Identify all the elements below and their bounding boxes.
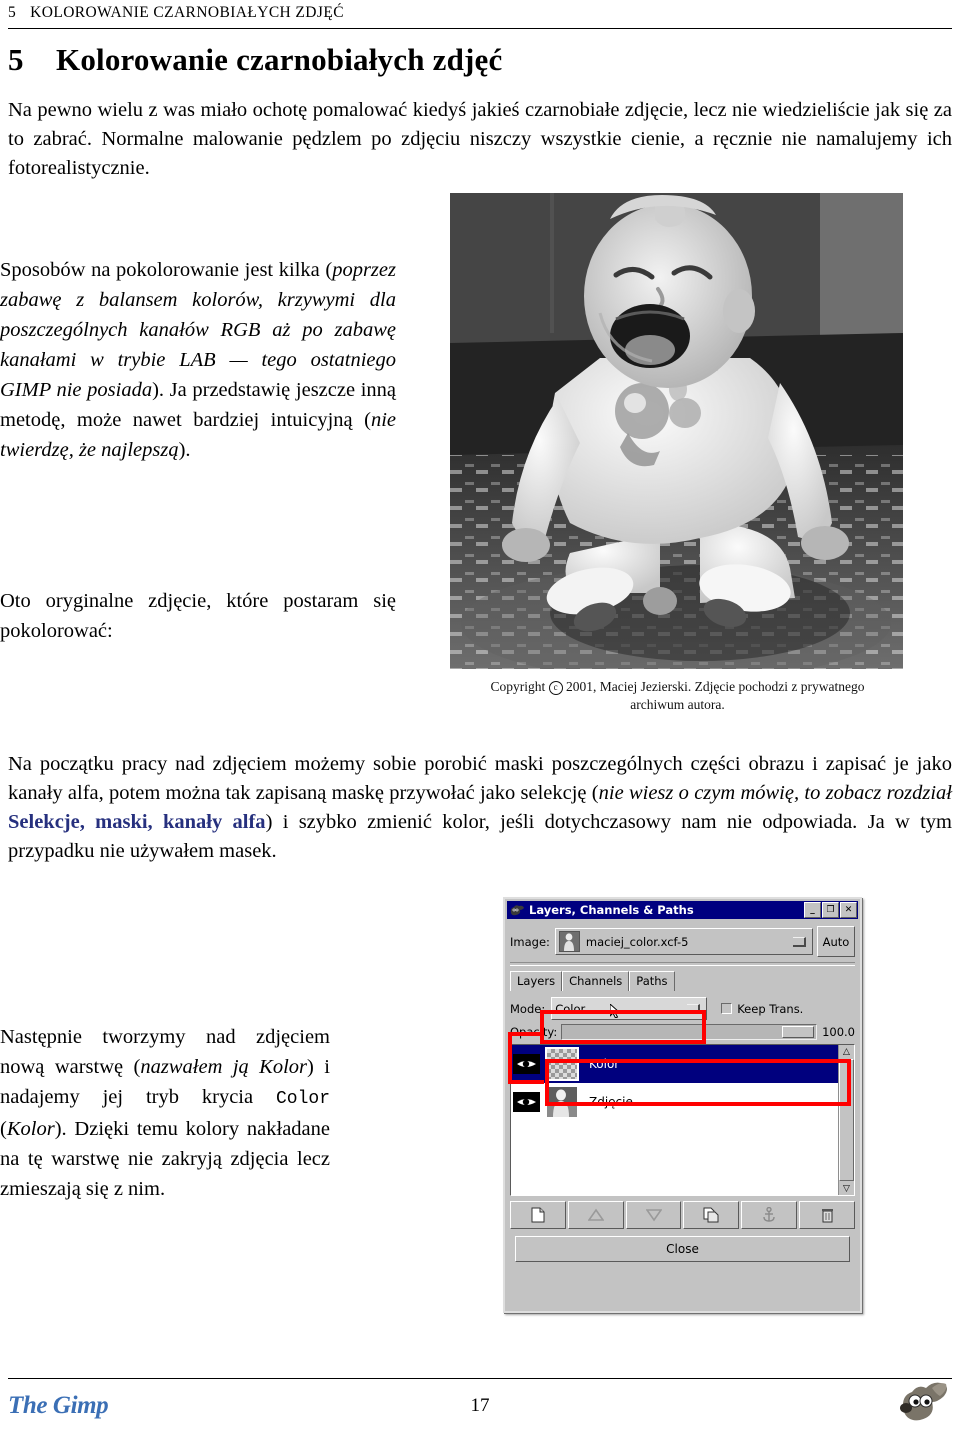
dialog-title: Layers, Channels & Paths <box>529 903 694 917</box>
nastepnie-italic-1: nazwałem ją Kolor <box>140 1056 308 1078</box>
raise-layer-icon[interactable] <box>567 1201 624 1229</box>
wilber-icon <box>900 1382 947 1421</box>
auto-button[interactable]: Auto <box>817 926 855 957</box>
annotation-box-layer <box>545 1059 851 1106</box>
header-rule <box>8 28 952 29</box>
duplicate-layer-glyph <box>703 1207 719 1223</box>
section-title-text: Kolorowanie czarnobiałych zdjęć <box>56 42 503 77</box>
running-header: 5 KOLOROWANIE CZARNOBIAŁYCH ZDJĘĆ <box>8 4 952 22</box>
anchor-layer-icon[interactable] <box>741 1201 798 1229</box>
trash-glyph <box>821 1209 833 1223</box>
page-title: 5 Kolorowanie czarnobiałych zdjęć <box>8 42 952 78</box>
baby-photo <box>450 193 903 669</box>
dialog-titlebar[interactable]: Layers, Channels & Paths _ ❐ ✕ <box>507 901 858 919</box>
chevron-down-icon[interactable] <box>793 936 806 947</box>
footer-rule <box>8 1378 952 1379</box>
caption-copyright-post: 2001, Maciej Jezierski. Zdjęcie pochodzi… <box>562 679 865 694</box>
anchor-glyph <box>763 1207 775 1222</box>
page-number: 17 <box>470 1395 490 1416</box>
caption-line-2: archiwum autora. <box>630 697 725 712</box>
paragraph-maski: Na początku pracy nad zdjęciem możemy so… <box>8 750 952 866</box>
minimize-button[interactable]: _ <box>804 902 821 918</box>
close-icon[interactable]: ✕ <box>840 902 857 918</box>
sposoby-part-1: Sposobów na pokolorowanie jest kilka ( <box>0 259 333 281</box>
keep-trans-checkbox[interactable] <box>721 1003 733 1014</box>
lower-layer-glyph <box>645 1209 662 1222</box>
running-header-title: KOLOROWANIE CZARNOBIAŁYCH ZDJĘĆ <box>30 4 344 21</box>
lower-layer-icon[interactable] <box>625 1201 682 1229</box>
image-thumbnail-graphic <box>559 932 579 951</box>
image-row: Image: maciej_color.xcf-5 Auto <box>510 926 855 957</box>
duplicate-layer-icon[interactable] <box>683 1201 740 1229</box>
annotation-connector <box>508 1032 544 1084</box>
paragraph-intro: Na pewno wielu z was miało ochotę pomalo… <box>8 99 952 179</box>
annotation-box-mode <box>540 1010 706 1044</box>
copyright-icon: c <box>548 681 563 695</box>
document-page: 5 KOLOROWANIE CZARNOBIAŁYCH ZDJĘĆ 5 Koloro… <box>0 0 960 1431</box>
raise-layer-glyph <box>587 1208 604 1221</box>
new-layer-icon[interactable] <box>510 1201 566 1229</box>
divider <box>510 962 855 966</box>
maski-italic-1: nie wiesz o czym mówię, to zobacz rozdzi… <box>598 782 952 804</box>
close-button[interactable]: Close <box>515 1236 850 1262</box>
image-filename: maciej_color.xcf-5 <box>585 934 689 949</box>
photo-caption: Copyright c 2001, Maciej Jezierski. Zdję… <box>455 678 900 714</box>
running-header-number: 5 <box>8 4 17 21</box>
eye-icon-graphic <box>517 1098 536 1106</box>
caption-copyright-pre: Copyright <box>490 679 549 694</box>
titlebar-buttons[interactable]: _ ❐ ✕ <box>804 902 857 918</box>
cross-reference-link[interactable]: Selekcje, maski, kanały alfa <box>8 811 266 833</box>
opacity-slider-handle[interactable] <box>782 1026 815 1038</box>
paragraph-nastepnie: Następnie tworzymy nad zdjęciem nową war… <box>0 1022 330 1204</box>
image-thumbnail <box>558 931 580 952</box>
maximize-button[interactable]: ❐ <box>822 902 839 918</box>
keep-trans-label: Keep Trans. <box>737 1001 804 1016</box>
nastepnie-italic-2: Kolor <box>6 1118 55 1140</box>
tab-layers[interactable]: Layers <box>510 971 563 991</box>
delete-layer-icon[interactable] <box>799 1201 855 1229</box>
image-select[interactable]: maciej_color.xcf-5 <box>554 928 813 955</box>
dialog-tabs[interactable]: Layers Channels Paths <box>510 971 855 991</box>
paragraph-sposoby: Sposobów na pokolorowanie jest kilka (po… <box>0 255 396 465</box>
tab-paths[interactable]: Paths <box>629 971 675 991</box>
scroll-up-icon[interactable]: △ <box>840 1045 853 1058</box>
image-label: Image: <box>510 934 550 949</box>
nastepnie-mono-color: Color <box>275 1089 330 1109</box>
visibility-eye-icon[interactable] <box>513 1092 540 1112</box>
wilber-icon <box>510 904 524 915</box>
sposoby-part-3: ). <box>178 439 191 461</box>
nastepnie-part-3: ( <box>0 1118 7 1140</box>
section-number: 5 <box>8 42 24 77</box>
tab-channels[interactable]: Channels <box>562 971 630 991</box>
new-layer-glyph <box>531 1207 545 1223</box>
layer-toolbar[interactable] <box>510 1201 855 1229</box>
paragraph-oto: Oto oryginalne zdjęcie, które postaram s… <box>0 590 396 642</box>
opacity-value: 100.0 <box>822 1025 855 1039</box>
baby-photo-graphic <box>450 193 903 669</box>
scroll-down-icon[interactable]: ▽ <box>840 1182 853 1195</box>
